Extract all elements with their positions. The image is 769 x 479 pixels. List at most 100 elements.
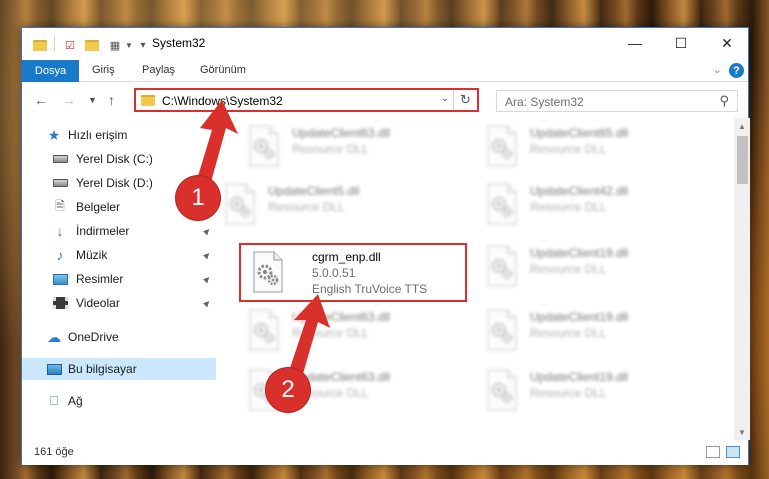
sidebar-item-label: Bu bilgisayar <box>68 362 137 376</box>
sidebar-item-disk-c[interactable]: Yerel Disk (C:) ▲ <box>22 148 216 170</box>
folder-icon <box>141 95 155 106</box>
file-name: UpdateClient19.dll <box>530 246 629 260</box>
file-description: Resource DLL <box>530 326 607 340</box>
dll-file-icon <box>484 182 520 226</box>
help-button[interactable]: ? <box>729 63 744 78</box>
file-description: Resource DLL <box>268 200 345 214</box>
details-view-icon[interactable] <box>706 446 720 458</box>
dll-file-icon <box>484 308 520 352</box>
videos-icon <box>52 296 68 310</box>
tab-file[interactable]: Dosya <box>22 60 79 82</box>
address-bar[interactable]: C:\Windows\System32 ⌄ ↻ <box>134 88 479 112</box>
sidebar-item-music[interactable]: ♪ Müzik ▲ <box>22 244 216 266</box>
computer-icon <box>46 362 62 376</box>
chevron-down-icon[interactable]: ▼ <box>124 37 134 53</box>
list-item[interactable]: UpdateClient65.dll Resource DLL <box>480 120 710 178</box>
scroll-down-icon[interactable]: ▼ <box>734 424 750 440</box>
file-name: UpdateClient63.dll <box>292 126 391 140</box>
toolbar-divider <box>54 37 55 51</box>
close-icon: ✕ <box>721 34 733 51</box>
scrollbar-thumb[interactable] <box>737 136 748 184</box>
sidebar-item-pictures[interactable]: Resimler ▲ <box>22 268 216 290</box>
pictures-icon <box>52 272 68 286</box>
file-name: UpdateClient65.dll <box>530 126 629 140</box>
dll-file-icon <box>484 244 520 288</box>
pin-icon[interactable]: ▲ <box>200 272 215 287</box>
address-path[interactable]: C:\Windows\System32 <box>162 94 283 108</box>
recent-locations-icon[interactable]: ▼ <box>88 95 97 105</box>
sidebar-item-quick-access[interactable]: ★ Hızlı erişim <box>22 124 216 146</box>
new-folder-icon[interactable] <box>84 37 100 53</box>
pin-icon[interactable]: ▲ <box>200 248 215 263</box>
file-description: Resource DLL <box>292 326 369 340</box>
list-item[interactable]: UpdateClient63.dll Resource DLL <box>242 120 472 178</box>
properties-icon[interactable]: ☑ <box>62 37 78 53</box>
dll-file-icon <box>246 308 282 352</box>
sidebar-item-label: Resimler <box>76 272 124 286</box>
pin-icon[interactable]: ▲ <box>200 296 215 311</box>
list-item[interactable]: UpdateClient42.dll Resource DLL <box>480 178 710 236</box>
sidebar-item-label: Videolar <box>76 296 120 310</box>
downloads-icon: ↓ <box>56 223 64 239</box>
ribbon-tabs: Dosya Giriş Paylaş Görünüm ⌄ ? <box>22 60 748 82</box>
sidebar-item-label: Müzik <box>76 248 108 262</box>
drive-icon <box>52 176 68 190</box>
list-item[interactable]: UpdateClient19.dll Resource DLL <box>480 364 710 422</box>
navigation-bar: ← → ▼ ↑ C:\Windows\System32 ⌄ ↻ Ara: Sys… <box>22 83 748 117</box>
highlight-box-file <box>239 243 467 302</box>
list-item[interactable]: UpdateClient19.dll Resource DLL <box>480 304 710 362</box>
title-bar: ☑ ▦ ▼ ▾ System32 — ☐ ✕ <box>22 28 748 60</box>
sidebar-item-this-pc[interactable]: Bu bilgisayar <box>22 358 216 380</box>
search-icon[interactable]: ⚲ <box>719 93 729 109</box>
maximize-button[interactable]: ☐ <box>658 28 704 58</box>
sidebar-item-videos[interactable]: Videolar ▲ <box>22 292 216 314</box>
qa-dropdown-icon[interactable]: ▾ <box>138 37 148 53</box>
maximize-icon: ☐ <box>674 34 688 51</box>
forward-arrow-icon[interactable]: → <box>62 92 76 108</box>
close-button[interactable]: ✕ <box>704 28 750 58</box>
cloud-icon: ☁ <box>47 328 61 345</box>
file-name: UpdateClient63.dll <box>292 310 391 324</box>
network-icon: ⎕ <box>50 393 58 408</box>
sidebar-item-label: İndirmeler <box>76 224 130 238</box>
up-arrow-icon[interactable]: ↑ <box>108 92 115 108</box>
search-input[interactable]: Ara: System32 ⚲ <box>496 90 738 112</box>
star-icon: ★ <box>47 126 61 143</box>
tab-home[interactable]: Giriş <box>92 64 115 76</box>
back-arrow-icon[interactable]: ← <box>34 92 48 108</box>
music-icon: ♪ <box>56 247 64 263</box>
status-bar: 161 öğe <box>22 441 748 465</box>
sidebar-item-label: OneDrive <box>68 330 119 344</box>
vertical-scrollbar[interactable]: ▲ ▼ <box>734 118 750 440</box>
pin-icon[interactable]: ▲ <box>200 224 215 239</box>
tab-view[interactable]: Görünüm <box>200 64 246 76</box>
minimize-icon: — <box>628 35 642 51</box>
scroll-up-icon[interactable]: ▲ <box>734 118 750 134</box>
tiles-view-icon[interactable] <box>726 446 740 458</box>
list-item[interactable]: UpdateClient19.dll Resource DLL <box>480 240 710 298</box>
pin-icon[interactable]: ▲ <box>200 152 215 167</box>
dll-file-icon <box>484 124 520 168</box>
step-2-badge: 2 <box>266 368 310 412</box>
folder-icon <box>32 37 48 53</box>
refresh-icon[interactable]: ↻ <box>453 90 477 110</box>
minimize-button[interactable]: — <box>612 28 658 58</box>
customize-qa-icon[interactable]: ▦ <box>106 37 124 53</box>
list-item[interactable]: UpdateClient63.dll Resource DLL <box>242 304 472 362</box>
sidebar-item-network[interactable]: ⎕ Ağ <box>22 390 216 412</box>
dll-file-icon <box>222 182 258 226</box>
address-dropdown-icon[interactable]: ⌄ <box>441 93 449 104</box>
list-item[interactable]: UpdateClient5.dll Resource DLL <box>218 178 448 236</box>
tab-share[interactable]: Paylaş <box>142 64 175 76</box>
sidebar-item-downloads[interactable]: ↓ İndirmeler ▲ <box>22 220 216 242</box>
file-description: Resource DLL <box>530 142 607 156</box>
sidebar-item-label: Hızlı erişim <box>68 128 128 142</box>
item-count: 161 öğe <box>34 446 74 458</box>
sidebar-item-onedrive[interactable]: ☁ OneDrive <box>22 326 216 348</box>
file-description: Resource DLL <box>530 386 607 400</box>
step-1-badge: 1 <box>176 176 220 220</box>
documents-icon: 🗎 <box>55 198 65 213</box>
file-description: Resource DLL <box>530 262 607 276</box>
sidebar-item-label: Belgeler <box>76 200 121 214</box>
expand-ribbon-icon[interactable]: ⌄ <box>713 63 722 76</box>
